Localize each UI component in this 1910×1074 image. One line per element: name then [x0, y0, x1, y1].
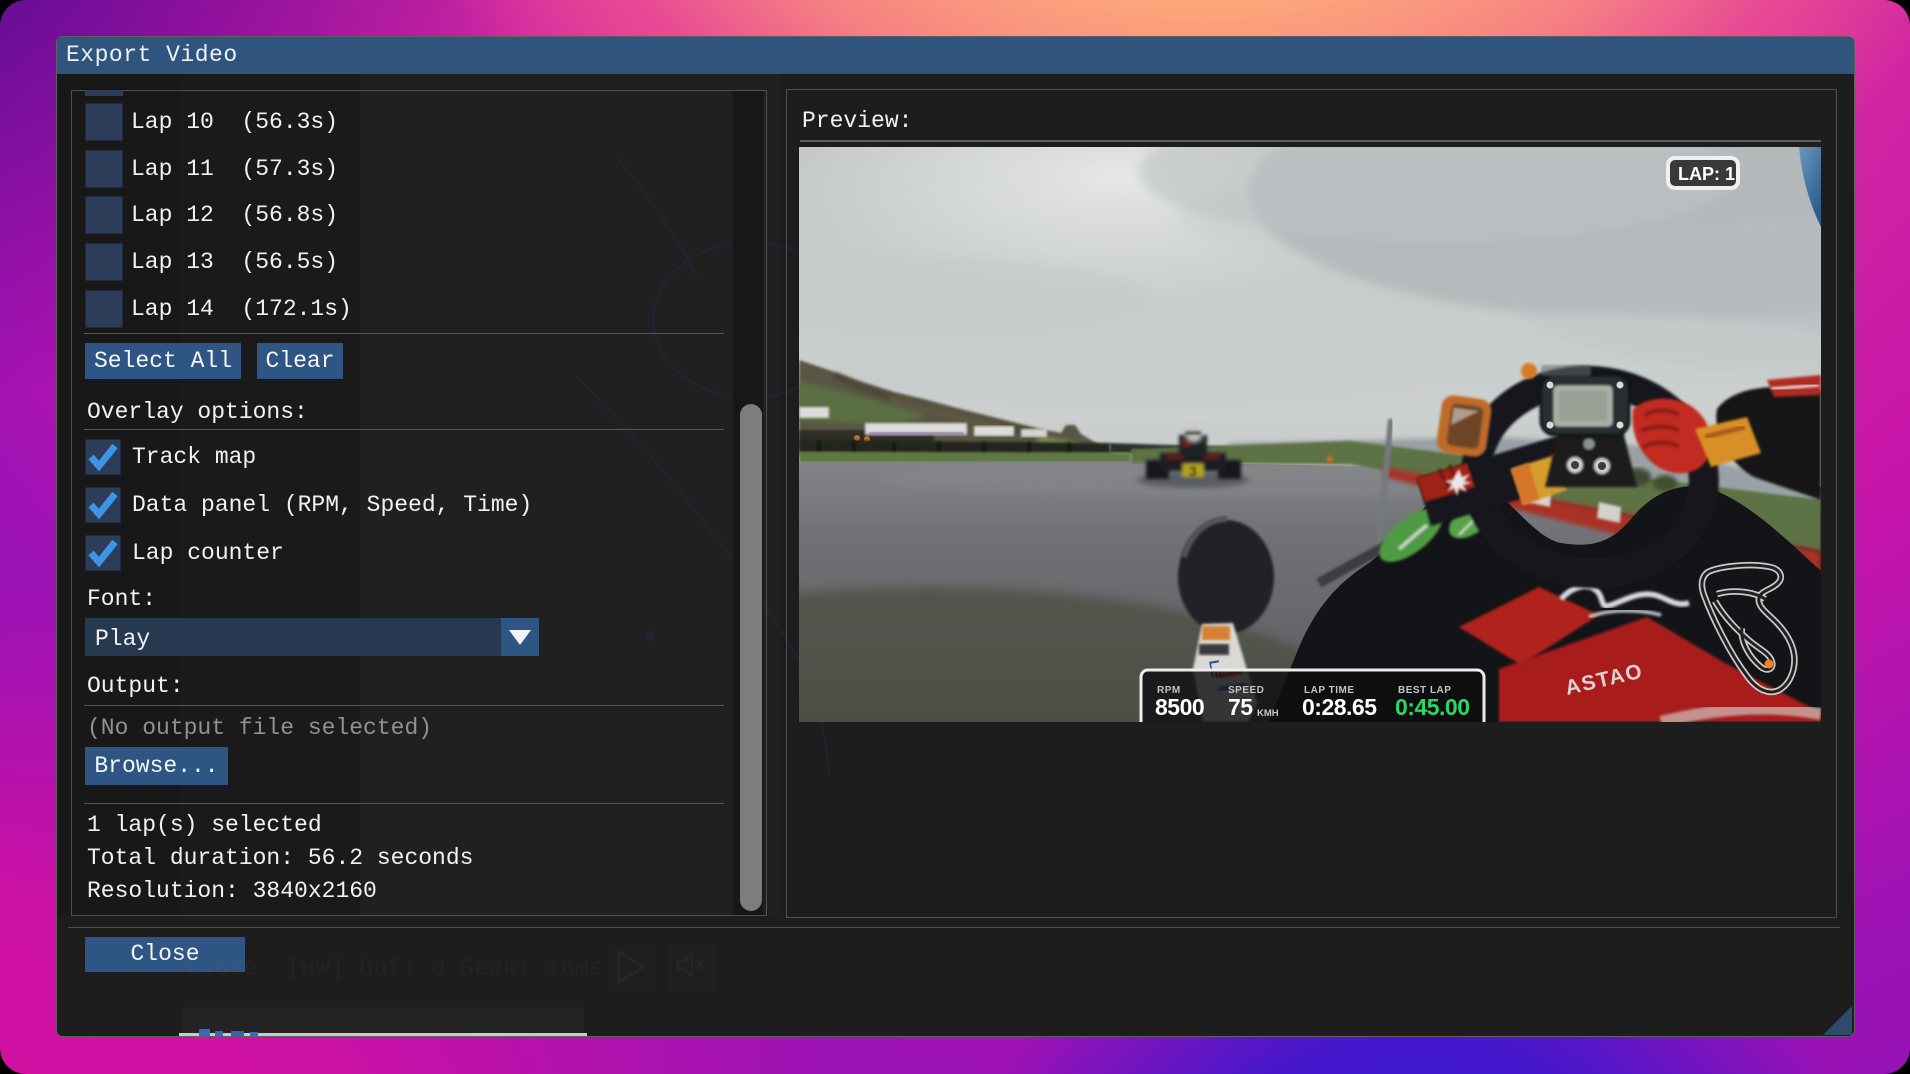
svg-text:LAP: 1: LAP: 1 — [1678, 164, 1735, 184]
svg-text:0:45.00: 0:45.00 — [1395, 694, 1470, 720]
svg-text:3: 3 — [1189, 463, 1197, 479]
svg-text:KMH: KMH — [1257, 708, 1279, 719]
svg-text:0:28.65: 0:28.65 — [1302, 694, 1377, 720]
svg-text:8500: 8500 — [1155, 694, 1204, 720]
svg-text:75: 75 — [1228, 694, 1253, 720]
